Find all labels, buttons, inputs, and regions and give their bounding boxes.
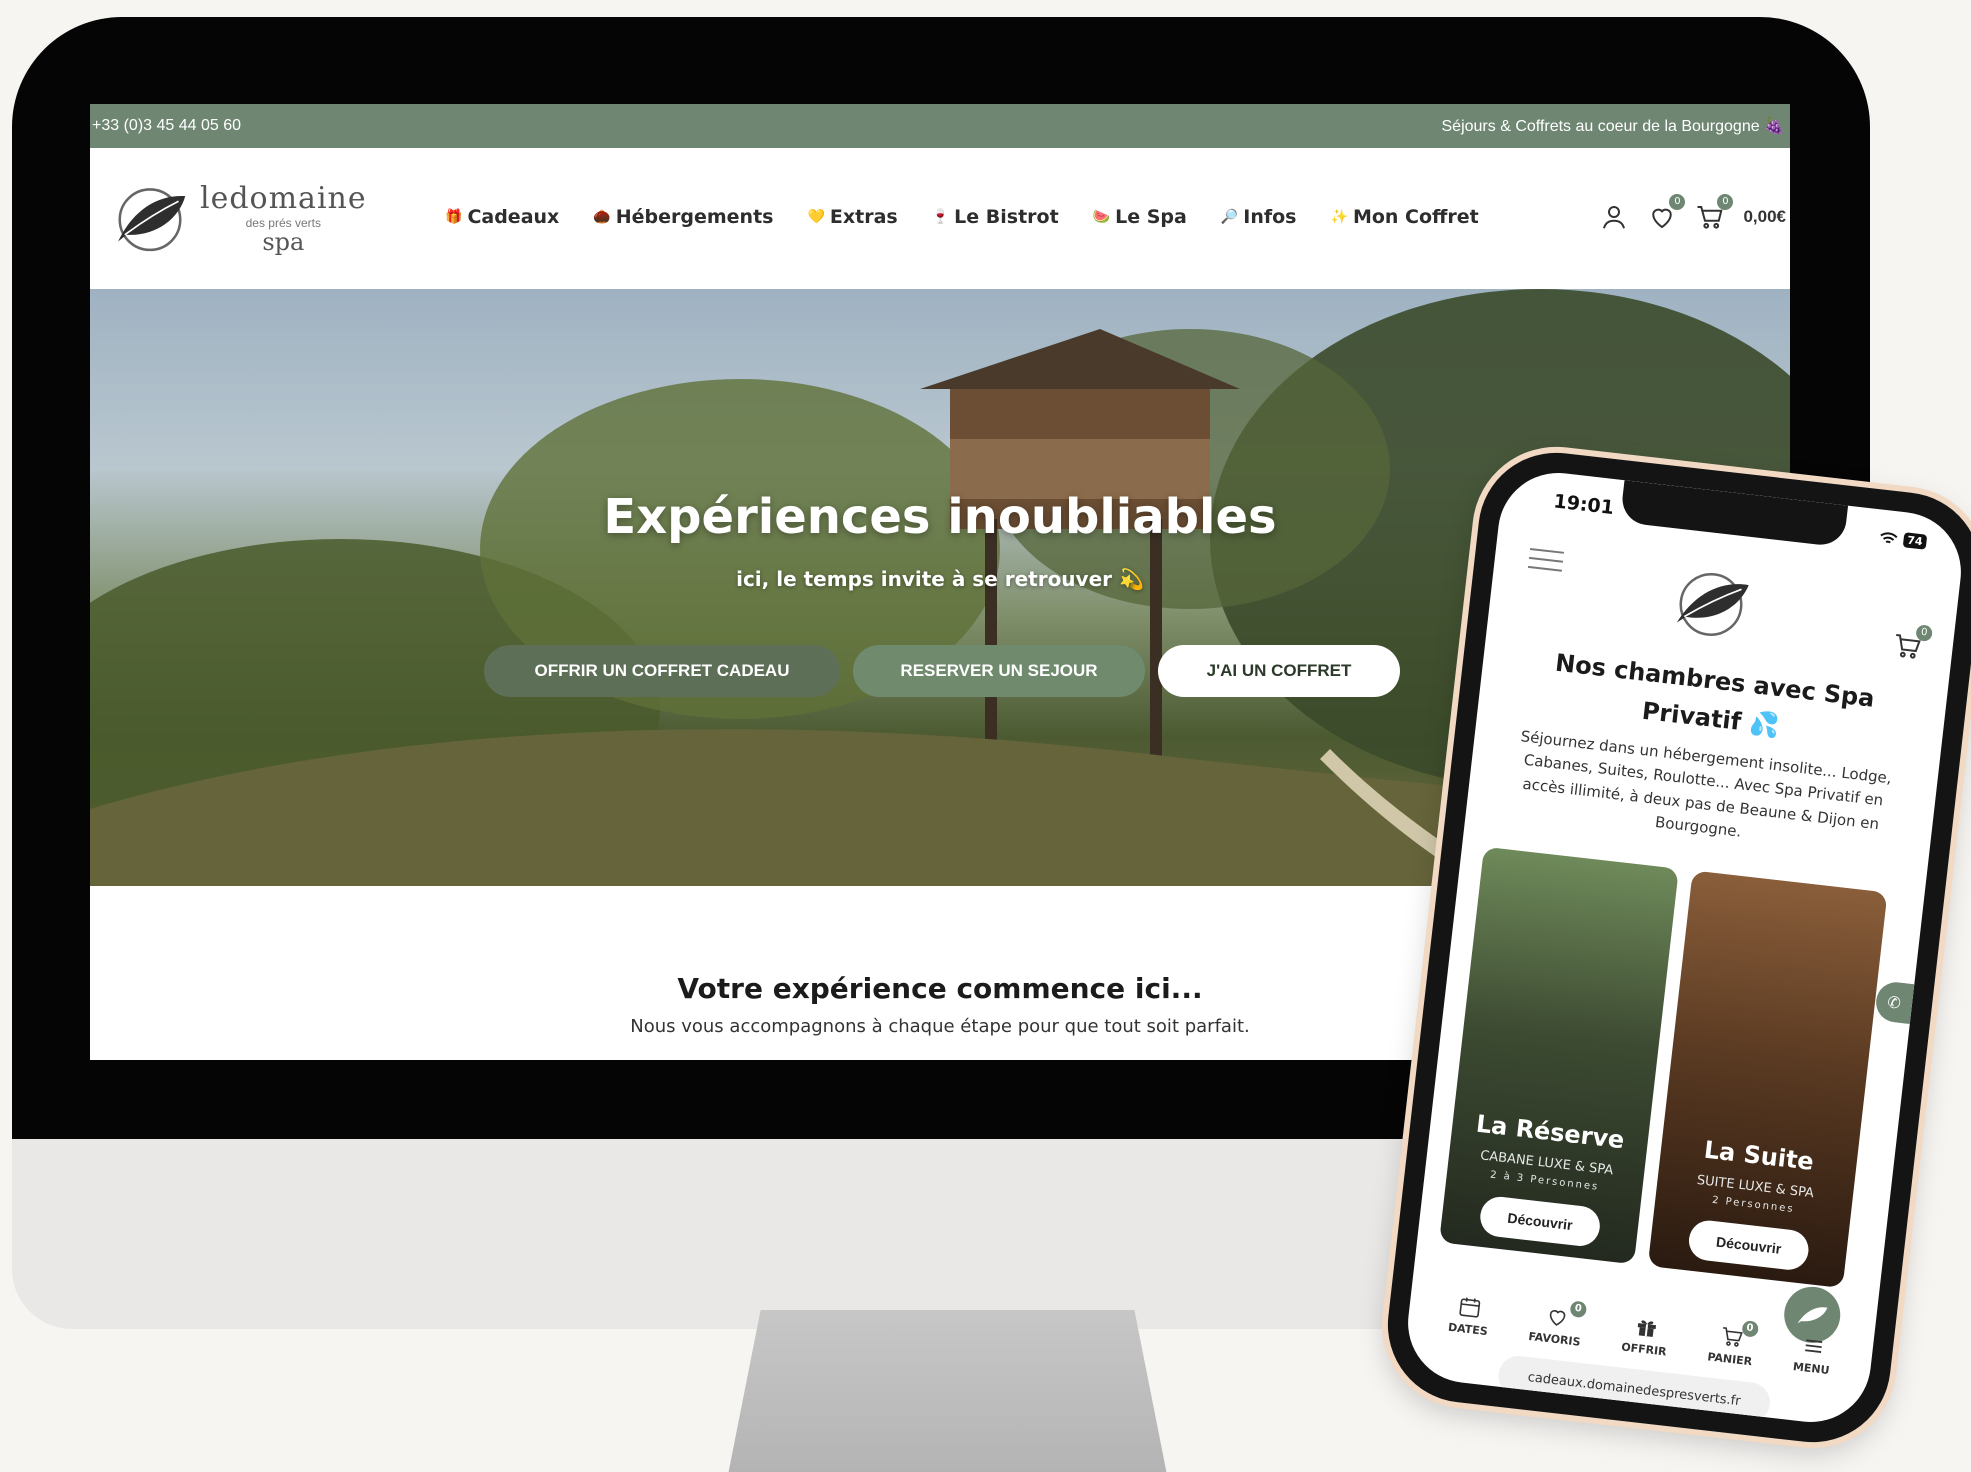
heart-icon: 💛: [807, 209, 825, 225]
calendar-icon: [1459, 1297, 1481, 1318]
topbar-tagline: Séjours & Coffrets au coeur de la Bourgo…: [1441, 118, 1785, 135]
room-card-la-reserve[interactable]: La Réserve CABANE LUXE & SPA 2 à 3 Perso…: [1439, 846, 1679, 1265]
whatsapp-icon[interactable]: ✆: [1874, 980, 1915, 1024]
leaf-logo-icon: [118, 188, 186, 252]
hero-buttons: OFFRIR UN COFFRET CADEAU RESERVER UN SEJ…: [484, 645, 1400, 697]
site-header: ledomaine des prés verts spa 🎁 Cadeaux 🌰 H…: [90, 148, 1790, 289]
heart-outline-icon: [1549, 1310, 1566, 1326]
tab-dates[interactable]: DATES: [1447, 1293, 1491, 1338]
menu-icon: [1805, 1339, 1823, 1353]
header-icons: 0 0 0,00€: [1599, 194, 1786, 232]
logo-line3: spa: [262, 227, 305, 256]
wine-icon: 🍷: [931, 209, 950, 225]
have-gift-box-button[interactable]: J'AI UN COFFRET: [1158, 645, 1400, 697]
tab-offrir[interactable]: OFFRIR: [1621, 1313, 1671, 1359]
wishlist-badge: 0: [1669, 194, 1686, 210]
wifi-icon: [1880, 531, 1898, 543]
nav-item-cadeaux[interactable]: 🎁 Cadeaux: [445, 206, 559, 228]
favoris-badge: 0: [1569, 1300, 1587, 1319]
nav-item-hebergements[interactable]: 🌰 Hébergements: [593, 206, 773, 228]
tab-favoris[interactable]: 0 FAVORIS: [1528, 1300, 1587, 1349]
imac-stand: [725, 1310, 1170, 1472]
nav-item-infos[interactable]: 🔎 Infos: [1221, 206, 1297, 228]
discover-button[interactable]: Découvrir: [1478, 1194, 1602, 1249]
status-time: 19:01: [1552, 490, 1616, 520]
tab-menu[interactable]: MENU: [1792, 1332, 1833, 1377]
hamburger-menu-icon[interactable]: [1527, 547, 1565, 579]
room-cards: La Réserve CABANE LUXE & SPA 2 à 3 Perso…: [1439, 846, 1888, 1289]
nav-item-bistrot[interactable]: 🍷 Le Bistrot: [932, 206, 1059, 228]
magnifier-icon: 🔎: [1220, 209, 1239, 225]
topbar-phone[interactable]: +33 (0)3 45 44 05 60: [92, 117, 241, 135]
chestnut-icon: 🌰: [593, 209, 611, 225]
tab-panier[interactable]: 0 PANIER: [1707, 1319, 1759, 1368]
phone-cart-button[interactable]: 0: [1891, 624, 1933, 663]
discover-button[interactable]: Découvrir: [1686, 1218, 1811, 1272]
account-icon[interactable]: [1599, 202, 1629, 232]
wishlist-button[interactable]: 0: [1647, 194, 1686, 232]
sparkle-icon: ✨: [1330, 209, 1348, 225]
nav-item-spa[interactable]: 🍉 Le Spa: [1093, 206, 1187, 228]
cart-button[interactable]: 0: [1695, 194, 1734, 232]
cart-total[interactable]: 0,00€: [1743, 207, 1786, 227]
main-nav: 🎁 Cadeaux 🌰 Hébergements 💛 Extras 🍷 Le Bistr…: [445, 206, 1479, 228]
room-card-la-suite[interactable]: La Suite SUITE LUXE & SPA 2 Personnes Dé…: [1647, 870, 1888, 1289]
nav-item-extras[interactable]: 💛 Extras: [807, 206, 897, 228]
logo[interactable]: ledomaine des prés verts spa: [108, 176, 367, 260]
topbar: +33 (0)3 45 44 05 60 Séjours & Coffrets …: [90, 104, 1790, 148]
book-stay-button[interactable]: RESERVER UN SEJOUR: [853, 645, 1145, 697]
gift-icon: 🎁: [445, 209, 463, 225]
battery-icon: 74: [1902, 532, 1928, 550]
offer-gift-box-button[interactable]: OFFRIR UN COFFRET CADEAU: [484, 645, 840, 697]
watermelon-icon: 🍉: [1092, 209, 1111, 225]
logo-line1: ledomaine: [200, 180, 367, 216]
gift-icon: [1637, 1320, 1656, 1337]
nav-item-mon-coffret[interactable]: ✨ Mon Coffret: [1331, 206, 1479, 228]
cart-badge: 0: [1717, 194, 1734, 210]
leaf-logo-icon[interactable]: [1665, 556, 1758, 649]
status-icons: 74: [1879, 529, 1928, 550]
